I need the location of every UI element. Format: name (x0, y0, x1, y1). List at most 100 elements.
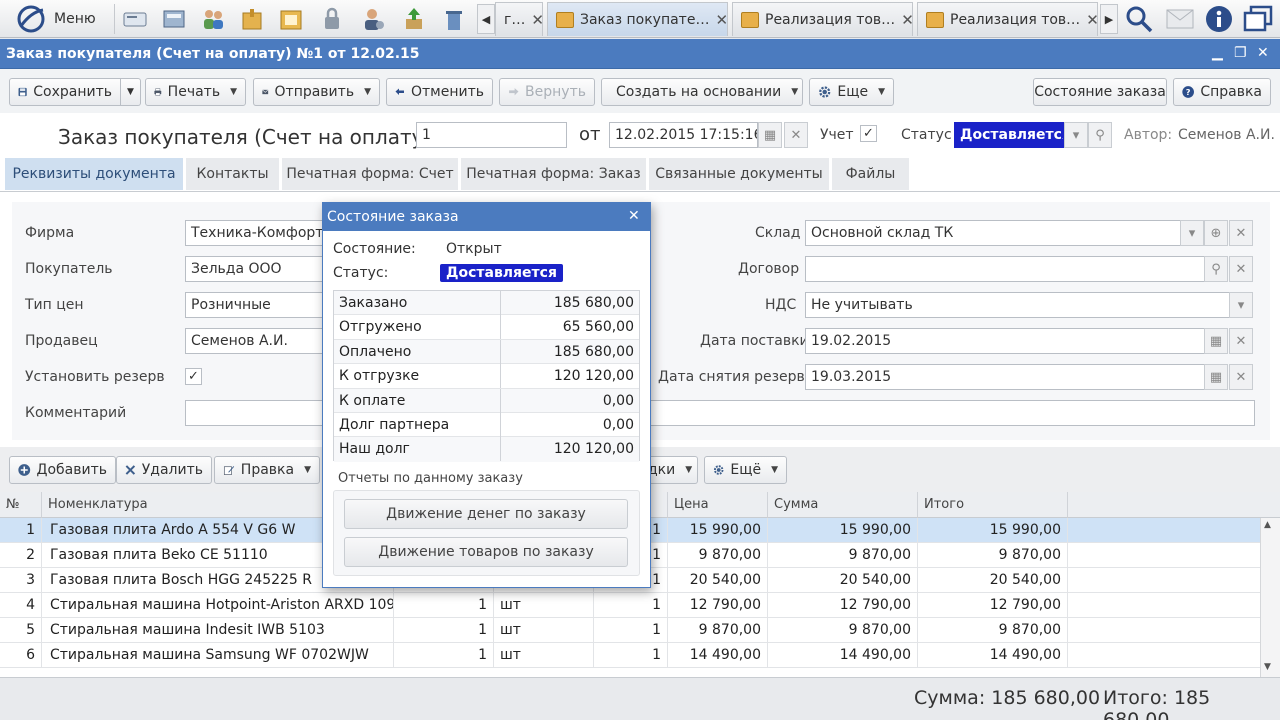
add-icon[interactable]: ⊕ (1204, 220, 1228, 246)
upload-icon[interactable] (400, 5, 428, 33)
tab-related-documents[interactable]: Связанные документы (649, 158, 829, 190)
cell-name[interactable]: Стиральная машина Hotpoint-Ariston ARXD … (42, 593, 394, 617)
chevron-down-icon[interactable]: ▾ (1229, 292, 1253, 318)
windows-icon[interactable] (1243, 5, 1273, 33)
cell-price[interactable]: 9 870,00 (668, 618, 768, 642)
tab-contacts[interactable]: Контакты (186, 158, 279, 190)
window-tab-4[interactable]: Реализация тов… ✕ (917, 2, 1098, 36)
scroll-down-icon[interactable]: ▼ (1264, 662, 1271, 672)
cell-n[interactable]: 1 (0, 518, 42, 542)
window-tab-1[interactable]: г… ✕ (495, 2, 543, 36)
lock-icon[interactable] (318, 5, 346, 33)
scroll-up-icon[interactable]: ▲ (1264, 520, 1271, 530)
price-type-field[interactable]: Розничные (185, 292, 335, 318)
firm-field[interactable]: Техника-Комфорт ООО (185, 220, 335, 246)
document-date-field[interactable]: 12.02.2015 17:15:16 (609, 122, 758, 148)
cell-n[interactable]: 4 (0, 593, 42, 617)
column-header-sum[interactable]: Сумма (768, 492, 918, 518)
cell-total[interactable]: 9 870,00 (918, 543, 1068, 567)
cell-n[interactable]: 3 (0, 568, 42, 592)
cell-disc[interactable]: 1 (594, 643, 668, 667)
cell-sum[interactable]: 9 870,00 (768, 543, 918, 567)
cell-sum[interactable]: 12 790,00 (768, 593, 918, 617)
contract-field[interactable] (805, 256, 1205, 282)
status-select[interactable]: Доставляется (954, 122, 1064, 148)
chevron-down-icon[interactable]: ▾ (1180, 220, 1204, 246)
cell-n[interactable]: 5 (0, 618, 42, 642)
search-icon[interactable] (1124, 4, 1154, 34)
warehouse-field[interactable]: Основной склад ТК (805, 220, 1181, 246)
tabs-scroll-right-button[interactable]: ▶ (1100, 4, 1118, 34)
column-header-price[interactable]: Цена (668, 492, 768, 518)
more-button[interactable]: Еще ▼ (809, 78, 894, 106)
chevron-down-icon[interactable]: ▾ (1064, 122, 1088, 148)
goods-movement-report-button[interactable]: Движение товаров по заказу (344, 537, 628, 567)
cell-price[interactable]: 9 870,00 (668, 543, 768, 567)
table-more-button[interactable]: Ещё ▼ (704, 456, 787, 484)
cell-sum[interactable]: 20 540,00 (768, 568, 918, 592)
money-movement-report-button[interactable]: Движение денег по заказу (344, 499, 628, 529)
info-icon[interactable] (1205, 5, 1233, 33)
clear-icon[interactable]: ✕ (1229, 328, 1253, 354)
cell-qty[interactable]: 1 (394, 593, 494, 617)
table-row[interactable]: 6 Стиральная машина Samsung WF 0702WJW 1 шт… (0, 643, 1260, 668)
restore-icon[interactable]: ❐ (1234, 45, 1247, 61)
reserve-removal-date-field[interactable]: 19.03.2015 (805, 364, 1205, 390)
column-header-total[interactable]: Итого (918, 492, 1068, 518)
cell-sum[interactable]: 15 990,00 (768, 518, 918, 542)
clear-icon[interactable]: ✕ (784, 122, 808, 148)
close-icon[interactable]: ✕ (531, 11, 542, 29)
cashbox-icon[interactable] (160, 5, 188, 33)
cell-qty[interactable]: 1 (394, 618, 494, 642)
main-menu-button[interactable]: Меню (4, 3, 110, 35)
account-checkbox[interactable]: ✓ (860, 125, 877, 142)
delivery-date-field[interactable]: 19.02.2015 (805, 328, 1205, 354)
close-icon[interactable]: ✕ (1257, 45, 1269, 61)
cell-total[interactable]: 14 490,00 (918, 643, 1068, 667)
create-based-on-button[interactable]: Создать на основании ▼ (601, 78, 803, 106)
vat-select[interactable]: Не учитывать (805, 292, 1230, 318)
calendar-icon[interactable]: ▦ (1204, 364, 1228, 390)
cell-sum[interactable]: 14 490,00 (768, 643, 918, 667)
send-button[interactable]: Отправить ▼ (253, 78, 380, 106)
tab-print-order[interactable]: Печатная форма: Заказ (461, 158, 646, 190)
window-tab-2[interactable]: Заказ покупате… ✕ (547, 2, 728, 36)
cell-qty[interactable]: 1 (394, 643, 494, 667)
clear-icon[interactable]: ✕ (1229, 256, 1253, 282)
cell-n[interactable]: 6 (0, 643, 42, 667)
calendar-icon[interactable]: ▦ (1204, 328, 1228, 354)
cell-price[interactable]: 20 540,00 (668, 568, 768, 592)
cell-sum[interactable]: 9 870,00 (768, 618, 918, 642)
tab-print-invoice[interactable]: Печатная форма: Счет (282, 158, 458, 190)
clear-icon[interactable]: ✕ (1229, 364, 1253, 390)
document-number-field[interactable]: 1 (416, 122, 567, 148)
undo-button[interactable]: Отменить (386, 78, 493, 106)
user-settings-icon[interactable] (359, 5, 387, 33)
search-icon[interactable]: ⚲ (1088, 122, 1112, 148)
table-row[interactable]: 5 Стиральная машина Indesit IWB 5103 1 шт 1 9… (0, 618, 1260, 643)
tab-requisites[interactable]: Реквизиты документа (5, 158, 183, 190)
cell-total[interactable]: 15 990,00 (918, 518, 1068, 542)
close-icon[interactable]: ✕ (901, 11, 912, 29)
add-row-button[interactable]: Добавить (9, 456, 116, 484)
cell-total[interactable]: 20 540,00 (918, 568, 1068, 592)
clear-icon[interactable]: ✕ (1229, 220, 1253, 246)
cell-total[interactable]: 9 870,00 (918, 618, 1068, 642)
trash-icon[interactable] (440, 5, 468, 33)
tab-files[interactable]: Файлы (832, 158, 909, 190)
cell-total[interactable]: 12 790,00 (918, 593, 1068, 617)
seller-field[interactable]: Семенов А.И. (185, 328, 335, 354)
save-button[interactable]: Сохранить (9, 78, 121, 106)
save-options-dropdown[interactable]: ▼ (121, 78, 141, 106)
search-icon[interactable]: ⚲ (1204, 256, 1228, 282)
close-icon[interactable]: ✕ (715, 11, 727, 29)
help-button[interactable]: ? Справка (1173, 78, 1271, 106)
cell-price[interactable]: 12 790,00 (668, 593, 768, 617)
calendar-icon[interactable]: ▦ (758, 122, 782, 148)
close-icon[interactable]: ✕ (1086, 11, 1097, 29)
cell-n[interactable]: 2 (0, 543, 42, 567)
table-row[interactable]: 4 Стиральная машина Hotpoint-Ariston ARXD… (0, 593, 1260, 618)
goods-icon[interactable] (238, 5, 266, 33)
window-tab-3[interactable]: Реализация тов… ✕ (732, 2, 913, 36)
cell-price[interactable]: 14 490,00 (668, 643, 768, 667)
